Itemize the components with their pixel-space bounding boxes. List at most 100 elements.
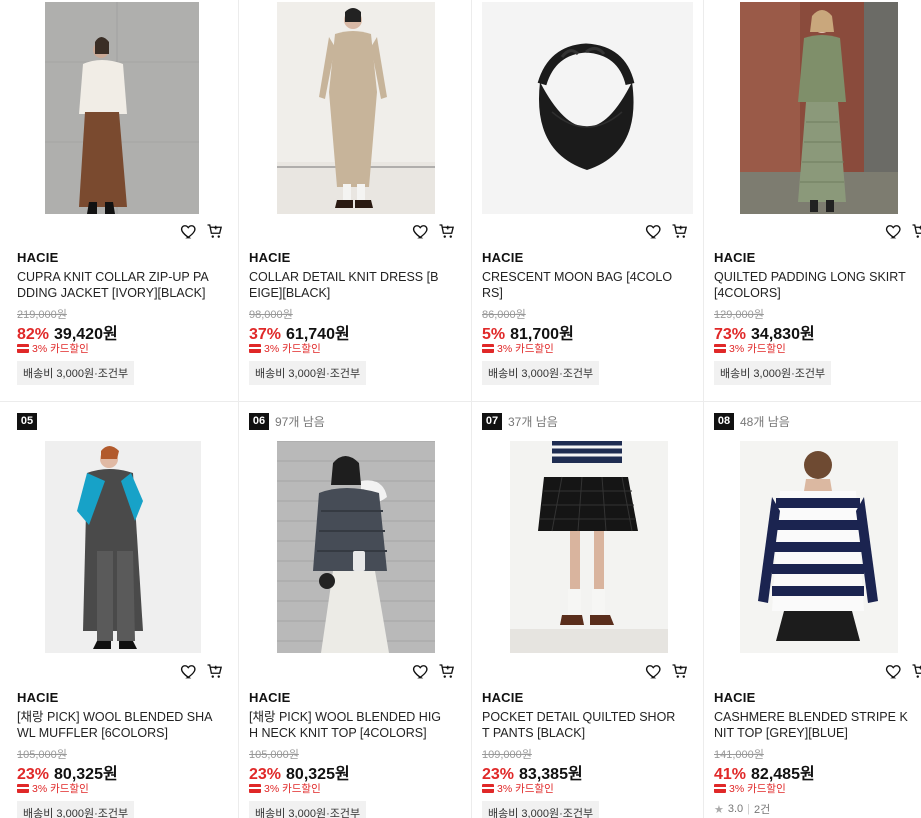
product-image[interactable] (249, 441, 460, 653)
card-icon (249, 344, 261, 353)
heart-icon[interactable] (412, 222, 430, 240)
product-card[interactable]: 08 48개 남음 HACIE CASHMERE BLENDED STRIPE … (697, 412, 921, 818)
card-discount: 3% 카드할인 (17, 341, 89, 356)
product-name[interactable]: CUPRA KNIT COLLAR ZIP-UP PADDING JACKET … (17, 269, 213, 301)
shipping-badge: 배송비 3,000원·조건부 (249, 801, 367, 818)
heart-icon[interactable] (180, 222, 198, 240)
product-brand[interactable]: HACIE (249, 250, 290, 265)
rank-badge: 08 (714, 412, 734, 430)
card-discount-label: 3% 카드할인 (729, 783, 786, 795)
card-actions (180, 662, 224, 680)
product-image[interactable] (249, 2, 460, 214)
shipping-badge: 배송비 3,000원·조건부 (482, 801, 600, 818)
product-brand[interactable]: HACIE (482, 250, 523, 265)
stock-remaining: 48개 남음 (740, 414, 790, 429)
cart-icon[interactable] (911, 662, 921, 680)
cart-icon[interactable] (671, 222, 689, 240)
card-discount-label: 3% 카드할인 (729, 343, 786, 355)
card-icon (249, 784, 261, 793)
card-actions (885, 662, 921, 680)
card-icon (482, 784, 494, 793)
product-card[interactable]: 06 97개 남음 HACIE [채랑 PICK] WOOL BLENDED H… (232, 412, 464, 818)
card-discount: 3% 카드할인 (714, 341, 786, 356)
product-name[interactable]: CRESCENT MOON BAG [4COLORS] (482, 269, 678, 301)
card-actions (412, 222, 456, 240)
product-card[interactable]: HACIE QUILTED PADDING LONG SKIRT [4COLOR… (697, 0, 921, 400)
product-brand[interactable]: HACIE (17, 690, 58, 705)
product-card[interactable]: HACIE CUPRA KNIT COLLAR ZIP-UP PADDING J… (0, 0, 232, 400)
product-image[interactable] (482, 441, 693, 653)
product-name[interactable]: [채랑 PICK] WOOL BLENDED SHAWL MUFFLER [6C… (17, 709, 213, 741)
card-actions (180, 222, 224, 240)
cart-icon[interactable] (911, 222, 921, 240)
cart-icon[interactable] (206, 662, 224, 680)
card-discount: 3% 카드할인 (482, 341, 554, 356)
shipping-badge: 배송비 3,000원·조건부 (249, 361, 367, 385)
card-icon (482, 344, 494, 353)
product-image[interactable] (714, 2, 918, 214)
product-name[interactable]: QUILTED PADDING LONG SKIRT [4COLORS] (714, 269, 914, 301)
card-icon (714, 784, 726, 793)
row-divider (0, 401, 921, 402)
cart-icon[interactable] (671, 662, 689, 680)
star-icon: ★ (714, 803, 724, 816)
product-brand[interactable]: HACIE (714, 690, 755, 705)
card-discount-label: 3% 카드할인 (32, 783, 89, 795)
heart-icon[interactable] (645, 222, 663, 240)
heart-icon[interactable] (412, 662, 430, 680)
product-brand[interactable]: HACIE (482, 690, 523, 705)
review-count[interactable]: 2건 (754, 801, 770, 817)
product-card[interactable]: 07 37개 남음 HACIE POCKET DETAIL QUILTED SH… (465, 412, 697, 818)
rating-value: 3.0 (727, 803, 744, 815)
cart-icon[interactable] (206, 222, 224, 240)
card-actions (885, 222, 921, 240)
card-actions (412, 662, 456, 680)
product-name[interactable]: POCKET DETAIL QUILTED SHORT PANTS [BLACK… (482, 709, 678, 741)
product-grid: HACIE CUPRA KNIT COLLAR ZIP-UP PADDING J… (0, 0, 921, 818)
cart-icon[interactable] (438, 662, 456, 680)
card-discount-label: 3% 카드할인 (264, 783, 321, 795)
product-card[interactable]: 05 HACIE [채랑 PICK] WOOL BLENDED SHAWL MU (0, 412, 232, 818)
rank-row: 07 37개 남음 (482, 412, 558, 430)
heart-icon[interactable] (180, 662, 198, 680)
card-actions (645, 662, 689, 680)
shipping-badge: 배송비 3,000원·조건부 (482, 361, 600, 385)
shipping-badge: 배송비 3,000원·조건부 (17, 801, 135, 818)
heart-icon[interactable] (645, 662, 663, 680)
card-discount-label: 3% 카드할인 (264, 343, 321, 355)
card-discount: 3% 카드할인 (714, 781, 786, 796)
rating-divider: | (747, 803, 751, 815)
product-card[interactable]: HACIE COLLAR DETAIL KNIT DRESS [BEIGE][B… (232, 0, 464, 400)
card-discount-label: 3% 카드할인 (497, 343, 554, 355)
rating-row: ★ 3.0 | 2건 (714, 801, 770, 817)
product-card[interactable]: HACIE CRESCENT MOON BAG [4COLORS] 86,000… (465, 0, 697, 400)
card-icon (714, 344, 726, 353)
card-icon (17, 344, 29, 353)
rank-row: 08 48개 남음 (714, 412, 790, 430)
product-image[interactable] (714, 441, 918, 653)
card-actions (645, 222, 689, 240)
rank-row: 06 97개 남음 (249, 412, 325, 430)
card-discount: 3% 카드할인 (249, 781, 321, 796)
cart-icon[interactable] (438, 222, 456, 240)
product-brand[interactable]: HACIE (17, 250, 58, 265)
card-icon (17, 784, 29, 793)
product-name[interactable]: [채랑 PICK] WOOL BLENDED HIGH NECK KNIT TO… (249, 709, 445, 741)
card-discount: 3% 카드할인 (482, 781, 554, 796)
product-image[interactable] (17, 441, 228, 653)
rank-badge: 07 (482, 412, 502, 430)
card-discount: 3% 카드할인 (249, 341, 321, 356)
product-image[interactable] (17, 2, 228, 214)
rank-row: 05 (17, 412, 37, 430)
heart-icon[interactable] (885, 662, 903, 680)
card-discount-label: 3% 카드할인 (497, 783, 554, 795)
product-name[interactable]: COLLAR DETAIL KNIT DRESS [BEIGE][BLACK] (249, 269, 445, 301)
shipping-badge: 배송비 3,000원·조건부 (714, 361, 832, 385)
stock-remaining: 97개 남음 (275, 414, 325, 429)
product-brand[interactable]: HACIE (714, 250, 755, 265)
product-image[interactable] (482, 2, 693, 214)
heart-icon[interactable] (885, 222, 903, 240)
rank-badge: 06 (249, 412, 269, 430)
product-name[interactable]: CASHMERE BLENDED STRIPE KNIT TOP [GREY][… (714, 709, 914, 741)
product-brand[interactable]: HACIE (249, 690, 290, 705)
